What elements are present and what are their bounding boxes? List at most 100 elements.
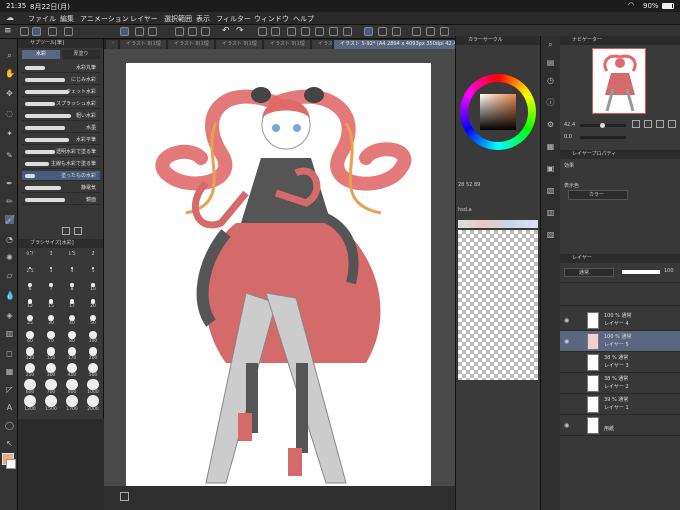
move-icon[interactable]: ✥ <box>5 89 14 98</box>
brush-size-option[interactable]: 200 <box>83 347 103 362</box>
item-bank-icon[interactable]: ▨ <box>546 230 555 239</box>
redo-icon[interactable]: ↷ <box>236 26 244 36</box>
brush-size-option[interactable]: 150 <box>41 347 61 362</box>
airbrush-icon[interactable]: ◔ <box>5 235 14 244</box>
brush-size-option[interactable]: 6 <box>20 283 40 298</box>
figure-icon[interactable]: ◻ <box>5 349 14 358</box>
eyedropper-icon[interactable]: ✎ <box>5 151 14 160</box>
color-set-swatches[interactable] <box>458 220 538 228</box>
layer-row[interactable]: ◉ 100 % 通常 レイヤー 4 <box>560 310 680 331</box>
text-icon[interactable]: A <box>5 403 14 412</box>
ruler-tool-icon[interactable]: ◸ <box>5 385 14 394</box>
auto-select-icon[interactable]: ✦ <box>5 129 14 138</box>
brush-item[interactable]: 水彩平筆 <box>22 135 100 145</box>
blend-icon[interactable]: 💧 <box>5 291 15 300</box>
brush-size-option[interactable]: 100 <box>83 331 103 346</box>
layer-row[interactable]: 39 % 通常 レイヤー 1 <box>560 394 680 415</box>
actual-size-icon[interactable] <box>668 120 676 128</box>
eye-icon[interactable]: ◉ <box>564 317 569 324</box>
tab-doc-5[interactable]: イラスト 9(1理 <box>312 40 332 49</box>
brush-item[interactable]: 透明水彩で塗る筆 <box>22 147 100 157</box>
deselect-icon[interactable] <box>301 27 310 36</box>
brush-size-option[interactable]: 400 <box>62 363 82 378</box>
angle-slider[interactable] <box>580 136 626 139</box>
brush-item-selected[interactable]: 塗ったもの水彩 <box>22 171 100 181</box>
brush-size-option[interactable]: 17 <box>62 299 82 314</box>
layer-row[interactable]: 38 % 通常 レイヤー 3 <box>560 352 680 373</box>
snap-icon[interactable] <box>392 27 401 36</box>
save-icon[interactable] <box>148 27 157 36</box>
eye-icon[interactable]: ◉ <box>564 422 569 429</box>
brush-size-option[interactable]: 10 <box>83 283 103 298</box>
material-icon[interactable]: ▤ <box>546 58 555 67</box>
eye-icon[interactable]: ◉ <box>564 338 569 345</box>
brush-size-option[interactable]: 700 <box>41 379 61 395</box>
mode2-icon[interactable] <box>440 27 449 36</box>
fill-tool-icon[interactable]: ◈ <box>5 311 14 320</box>
correct-line-icon[interactable]: ↖ <box>5 439 14 448</box>
eraser-icon[interactable]: ▱ <box>5 271 14 280</box>
angle-value[interactable]: 0.0 <box>564 134 572 140</box>
tab-doc-1[interactable]: イラスト 8(1理 <box>120 40 166 49</box>
ruler-icon[interactable] <box>378 27 387 36</box>
zoom-out-icon[interactable] <box>632 120 640 128</box>
menu-selection[interactable]: 選択範囲 <box>164 14 192 24</box>
display-color-select[interactable]: カラー <box>568 190 628 200</box>
info-icon[interactable]: ⓘ <box>546 98 555 107</box>
delete-subtool-icon[interactable] <box>74 227 82 235</box>
tab-doc-4[interactable]: イラスト 9(1理 <box>264 40 310 49</box>
menu-animation[interactable]: アニメーション <box>80 14 129 24</box>
decoration-icon[interactable]: ✺ <box>5 253 14 262</box>
brush-item[interactable]: にじみ水彩 <box>22 75 100 85</box>
brush-size-option[interactable]: 300 <box>41 363 61 378</box>
brush-size-option[interactable]: 1500 <box>41 395 61 412</box>
clear-icon[interactable] <box>258 27 267 36</box>
fit-icon[interactable] <box>656 120 664 128</box>
new-file-icon[interactable] <box>20 27 29 36</box>
menu-help[interactable]: ヘルプ <box>293 14 314 24</box>
brush-item[interactable]: 主線も水彩で塗る筆 <box>22 159 100 169</box>
export-icon[interactable] <box>201 27 210 36</box>
menu-view[interactable]: 表示 <box>196 14 210 24</box>
settings-panel-icon[interactable]: ⚙ <box>546 120 555 129</box>
panel-icon[interactable]: ▦ <box>546 142 555 151</box>
settings-icon[interactable] <box>48 27 57 36</box>
brush-size-option[interactable]: 60 <box>20 331 40 346</box>
color-set-name[interactable]: hsd.a <box>458 207 472 213</box>
search-icon[interactable]: ⌕ <box>546 40 555 49</box>
brush-size-option[interactable]: 2000 <box>83 395 103 412</box>
brush-size-option[interactable]: 2.5 <box>20 267 40 282</box>
camera-icon[interactable] <box>64 27 73 36</box>
brush-size-option[interactable]: 50 <box>83 315 103 330</box>
brush-size-option[interactable]: 1700 <box>62 395 82 412</box>
brush-size-option[interactable]: 40 <box>62 315 82 330</box>
grid-icon[interactable] <box>412 27 421 36</box>
saturation-value-square[interactable] <box>480 94 516 130</box>
pen-icon[interactable]: ✒ <box>5 179 14 188</box>
app-logo-icon[interactable]: ☁ <box>6 13 14 22</box>
brush-size-option[interactable]: 1200 <box>20 395 40 412</box>
brush-size-option[interactable]: 3 <box>41 267 61 282</box>
menu-window[interactable]: ウィンドウ <box>254 14 289 24</box>
navigator-preview[interactable] <box>592 48 646 114</box>
brush-item[interactable]: 鏡面 <box>22 195 100 205</box>
brush-size-option[interactable]: 1000 <box>83 379 103 395</box>
brush-size-option[interactable]: 170 <box>62 347 82 362</box>
brush-size-option[interactable]: 25 <box>20 315 40 330</box>
add-subtool-icon[interactable] <box>62 227 70 235</box>
brush-icon[interactable]: 🖌 <box>5 215 15 224</box>
hue-ring[interactable] <box>460 74 536 150</box>
brush-size-option[interactable]: 600 <box>20 379 40 395</box>
brush-size-option[interactable]: 5 <box>83 267 103 282</box>
brush-size-option[interactable]: 20 <box>83 299 103 314</box>
pencil-icon[interactable]: ✏ <box>5 197 14 206</box>
brush-size-option[interactable]: 500 <box>83 363 103 378</box>
brush-size-option[interactable]: 250 <box>20 363 40 378</box>
brush-item[interactable]: 水墨 <box>22 123 100 133</box>
sub-view-icon[interactable]: ▣ <box>546 164 555 173</box>
sub-color-swatch[interactable] <box>6 459 16 469</box>
brush-item[interactable]: 水彩丸筆 <box>22 63 100 73</box>
cloud-icon[interactable] <box>188 27 197 36</box>
brush-size-option[interactable]: 2 <box>83 251 103 266</box>
new-canvas-icon[interactable] <box>120 27 129 36</box>
